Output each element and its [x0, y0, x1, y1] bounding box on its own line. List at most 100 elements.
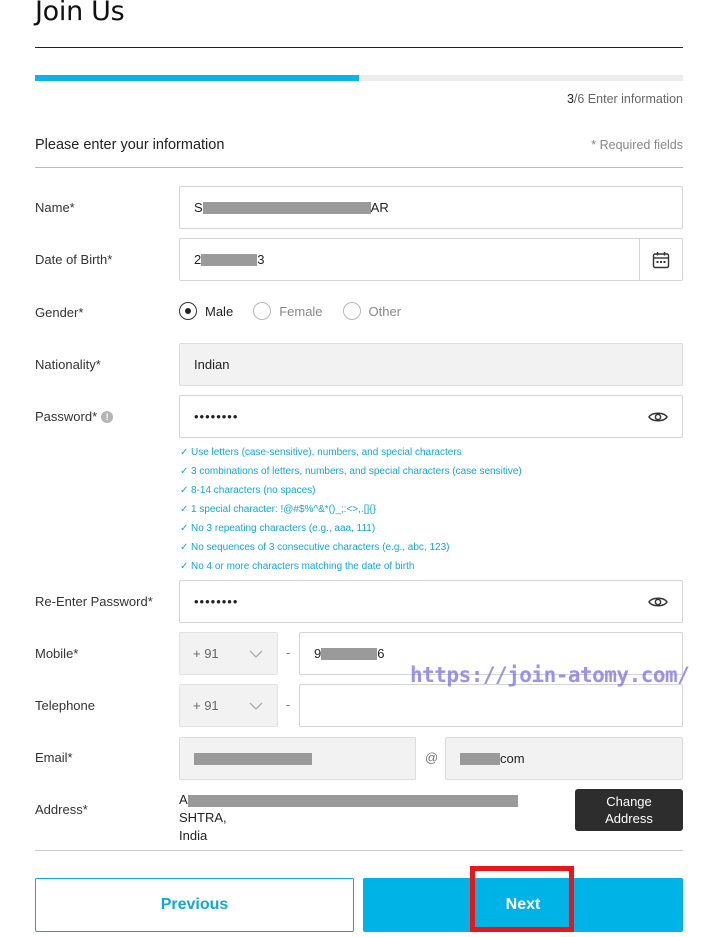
email-local-redaction: [194, 752, 312, 765]
progress-bar-fill: [35, 75, 359, 81]
password-input[interactable]: ••••••••: [179, 395, 683, 438]
email-at-sign: @: [425, 750, 439, 765]
chevron-down-icon: [249, 702, 263, 710]
gender-option-label: Other: [368, 303, 402, 319]
password-rules-list: ✓ Use letters (case-sensitive), numbers, …: [180, 443, 522, 576]
dob-value-suffix: 3: [257, 252, 265, 267]
mobile-label-text: Mobile*: [35, 646, 79, 661]
telephone-number-input[interactable]: [299, 684, 683, 727]
password-rule: ✓ No 4 or more characters matching the da…: [180, 557, 522, 576]
mobile-country-code-select[interactable]: + 91: [179, 632, 278, 675]
email-label: Email*: [35, 750, 73, 765]
telephone-label-text: Telephone: [35, 698, 95, 713]
name-redaction: [202, 201, 371, 214]
dob-input[interactable]: 23: [179, 238, 683, 281]
password-rule-text: No 3 repeating characters (e.g., aaa, 11…: [191, 523, 376, 534]
email-domain-redaction: [460, 752, 500, 765]
telephone-country-code-select[interactable]: + 91: [179, 684, 278, 727]
section-title: Please enter your information: [35, 137, 225, 153]
password-label: Password*!: [35, 409, 114, 424]
nationality-label: Nationality*: [35, 357, 101, 372]
password-rule-text: No 4 or more characters matching the dat…: [191, 561, 415, 572]
password-value: ••••••••: [194, 409, 239, 424]
password-rule: ✓ 8-14 characters (no spaces): [180, 481, 522, 500]
check-icon: ✓: [180, 466, 189, 477]
eye-icon[interactable]: [648, 410, 668, 424]
eye-icon[interactable]: [648, 595, 668, 609]
telephone-dash: -: [286, 697, 291, 712]
address-text: A SHTRA, India: [179, 791, 559, 845]
password-rule: ✓ 1 special character: !@#$%^&*()_;:<>,.[…: [180, 500, 522, 519]
gender-label: Gender*: [35, 305, 83, 320]
next-button[interactable]: Next: [363, 878, 683, 932]
section-divider: [35, 167, 683, 168]
required-fields-note: * Required fields: [591, 138, 683, 152]
email-label-text: Email*: [35, 750, 73, 765]
name-value-prefix: S: [194, 200, 203, 215]
telephone-label: Telephone: [35, 698, 95, 713]
title-divider: [35, 47, 683, 48]
reenter-password-label: Re-Enter Password*: [35, 594, 153, 609]
mobile-value-suffix: 6: [377, 646, 385, 661]
dob-label: Date of Birth*: [35, 252, 112, 267]
bottom-divider: [35, 850, 683, 851]
address-label: Address*: [35, 802, 88, 817]
address-line-prefix: A: [179, 792, 188, 807]
change-address-button[interactable]: Change Address: [575, 789, 683, 831]
password-rule-text: 3 combinations of letters, numbers, and …: [191, 466, 522, 477]
step-current: 3: [566, 92, 574, 106]
reenter-password-value: ••••••••: [194, 594, 239, 609]
address-line2: India: [179, 828, 208, 843]
watermark-url: https://join-atomy.com/: [410, 663, 690, 687]
page-title: Join Us: [35, 0, 125, 27]
nationality-value: Indian: [194, 357, 230, 372]
chevron-down-icon: [249, 650, 263, 658]
radio-other[interactable]: [342, 302, 361, 320]
check-icon: ✓: [180, 447, 189, 458]
password-rule-text: 1 special character: !@#$%^&*()_;:<>,.[]…: [191, 504, 376, 515]
password-rule-text: No sequences of 3 consecutive characters…: [191, 542, 450, 553]
check-icon: ✓: [180, 561, 189, 572]
progress-bar: [35, 75, 683, 81]
password-rule: ✓ Use letters (case-sensitive), numbers, …: [180, 443, 522, 462]
dob-label-text: Date of Birth*: [35, 252, 113, 267]
gender-option-male[interactable]: Male: [179, 302, 233, 320]
address-redaction: [187, 794, 518, 807]
check-icon: ✓: [180, 542, 189, 553]
mobile-value-prefix: 9: [314, 646, 322, 661]
calendar-icon: [652, 251, 670, 268]
gender-option-other[interactable]: Other: [342, 302, 402, 320]
password-rule: ✓ No sequences of 3 consecutive character…: [180, 538, 522, 557]
gender-label-text: Gender*: [35, 305, 84, 320]
previous-button[interactable]: Previous: [35, 878, 354, 932]
mobile-country-code: + 91: [193, 646, 219, 661]
gender-radio-group: Male Female Other: [179, 302, 421, 320]
reenter-password-input[interactable]: ••••••••: [179, 580, 683, 623]
address-line-suffix: SHTRA,: [179, 810, 227, 825]
radio-female[interactable]: [253, 302, 272, 320]
name-value-suffix: AR: [370, 200, 389, 215]
radio-male[interactable]: [179, 302, 197, 320]
check-icon: ✓: [180, 485, 189, 496]
address-label-text: Address*: [35, 802, 88, 817]
reenter-password-label-text: Re-Enter Password*: [35, 594, 153, 609]
gender-option-label: Female: [279, 303, 323, 319]
password-rule: ✓ No 3 repeating characters (e.g., aaa, 1…: [180, 519, 522, 538]
mobile-dash: -: [286, 645, 291, 660]
name-label-text: Name*: [35, 200, 75, 215]
nationality-label-text: Nationality*: [35, 357, 101, 372]
info-icon[interactable]: !: [101, 410, 114, 423]
name-label: Name*: [35, 200, 75, 215]
gender-option-female[interactable]: Female: [253, 302, 323, 320]
dob-redaction: [201, 253, 258, 266]
step-rest: /6 Enter information: [573, 92, 683, 106]
password-label-text: Password*: [35, 409, 98, 424]
nationality-field: Indian: [179, 343, 683, 386]
mobile-redaction: [321, 647, 378, 660]
name-input[interactable]: S AR: [179, 186, 683, 229]
calendar-button[interactable]: [639, 239, 682, 280]
password-rule-text: Use letters (case-sensitive), numbers, a…: [191, 447, 462, 458]
email-domain-field: com: [445, 737, 683, 780]
step-indicator: 3/6 Enter information: [567, 92, 683, 106]
password-rule: ✓ 3 combinations of letters, numbers, and…: [180, 462, 522, 481]
